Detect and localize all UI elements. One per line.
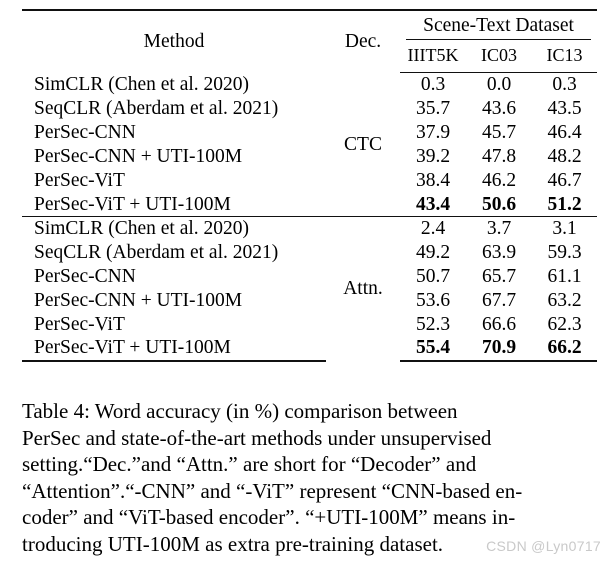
table-row: PerSec-ViT 38.4 46.2 46.7 [22,169,597,193]
cell-ic13: 46.4 [547,121,582,143]
cell-ic03: 65.7 [481,265,517,287]
cell-ic03: 50.6 [481,193,517,215]
caption-line: PerSec and state-of-the-art methods unde… [22,425,492,450]
caption-line: “Attention”.“-CNN” and “-ViT” represent … [22,478,523,503]
cell-iiit5k: 53.6 [415,289,451,311]
cell-ic13: 43.5 [547,97,582,119]
cell-iiit5k: 38.4 [415,169,451,191]
cell-iiit5k: 52.3 [415,313,451,335]
column-group-header-scene-text-dataset: Scene-Text Dataset [400,9,598,41]
caption-line: setting.“Dec.”and “Attn.” are short for … [22,452,477,476]
table-header: Method Dec. Scene-Text Dataset IIIT5K IC… [22,9,598,73]
cell-iiit5k: 37.9 [415,121,451,143]
cell-iiit5k: 2.4 [400,216,466,241]
cell-ic03: 3.7 [466,216,532,241]
cell-ic03: 45.7 [481,121,517,143]
cell-iiit5k: 50.7 [415,265,451,287]
table-row: PerSec-ViT + UTI-100M 55.4 70.9 66.2 [22,336,598,362]
caption-line: coder” and “ViT-based encoder”. “+UTI-10… [22,505,516,529]
cell-ic13: 46.7 [547,169,582,191]
cell-iiit5k: 49.2 [415,241,451,263]
cell-method: PerSec-CNN [34,121,136,143]
cell-iiit5k: 39.2 [415,145,451,167]
table-row: PerSec-CNN + UTI-100M 53.6 67.7 63.2 [22,289,597,313]
cell-method: PerSec-ViT [34,169,125,191]
cell-method: SeqCLR (Aberdam et al. 2021) [34,97,279,119]
table-group-ctc: SimCLR (Chen et al. 2020) CTC 0.3 0.0 0.… [22,73,597,217]
cell-method: PerSec-CNN [34,265,136,287]
cell-ic03: 47.8 [481,145,517,167]
table-row: SeqCLR (Aberdam et al. 2021) 35.7 43.6 4… [22,97,597,121]
cell-ic13: 63.2 [547,289,582,311]
table-row: SimCLR (Chen et al. 2020) Attn. 2.4 3.7 … [22,216,598,361]
cell-ic03: 43.6 [481,97,517,119]
table-row: PerSec-CNN 50.7 65.7 61.1 [22,265,597,289]
cell-ic03: 66.6 [481,313,517,335]
table-row: SimCLR (Chen et al. 2020) CTC 0.3 0.0 0.… [22,73,597,154]
cell-ic13: 62.3 [547,313,582,335]
column-header-dec: Dec. [326,9,400,73]
table-group-attn: SimCLR (Chen et al. 2020) Attn. 2.4 3.7 … [22,216,598,362]
cell-decoder: CTC [344,133,382,155]
watermark-label: CSDN @Lyn0717 [486,538,601,554]
table-row: PerSec-CNN + UTI-100M 39.2 47.8 48.2 [22,145,597,169]
cell-ic13: 61.1 [547,265,582,287]
table-row: PerSec-CNN 37.9 45.7 46.4 [22,121,597,145]
table-4-container: Method Dec. Scene-Text Dataset IIIT5K IC… [22,9,598,362]
column-group-header-label: Scene-Text Dataset [423,15,574,37]
table-row: PerSec-ViT + UTI-100M 43.4 50.6 51.2 [22,193,597,217]
cell-method: PerSec-ViT + UTI-100M [22,336,326,362]
column-header-ic13: IC13 [532,41,598,73]
cell-ic13: 51.2 [547,193,582,215]
cell-iiit5k: 55.4 [400,336,466,362]
cell-method: PerSec-ViT + UTI-100M [34,193,231,215]
cell-iiit5k: 43.4 [415,193,451,215]
cell-method: SimCLR (Chen et al. 2020) [22,216,326,241]
cell-ic03: 46.2 [481,169,517,191]
cell-ic13: 66.2 [532,336,598,362]
cell-method: SimCLR (Chen et al. 2020) [34,73,250,95]
table-row: SeqCLR (Aberdam et al. 2021) 49.2 63.9 5… [22,241,597,265]
cell-method: SeqCLR (Aberdam et al. 2021) [34,241,279,263]
column-header-ic03: IC03 [466,41,532,73]
caption-line: Table 4: Word accuracy (in %) comparison… [22,399,458,423]
cell-ic03: 70.9 [466,336,532,362]
results-table: Method Dec. Scene-Text Dataset IIIT5K IC… [22,9,598,362]
cell-ic13: 0.3 [552,74,577,95]
cell-method: PerSec-CNN + UTI-100M [34,289,243,311]
column-header-method: Method [22,9,326,73]
cell-decoder: Attn. [326,216,400,361]
cell-method: PerSec-CNN + UTI-100M [34,145,243,167]
cell-ic13: 48.2 [547,145,582,167]
cell-iiit5k: 35.7 [415,97,451,119]
table-figure: Method Dec. Scene-Text Dataset IIIT5K IC… [0,0,607,570]
cell-iiit5k: 0.3 [420,74,446,95]
group-header-underline [406,39,592,40]
cell-ic03: 63.9 [481,241,517,263]
cell-ic03: 0.0 [486,74,512,95]
cell-method: PerSec-ViT [34,313,125,335]
cell-ic03: 67.7 [481,289,517,311]
table-caption: Table 4: Word accuracy (in %) comparison… [22,398,597,557]
cell-ic13: 3.1 [532,216,598,241]
table-row: PerSec-ViT 52.3 66.6 62.3 [22,313,597,337]
column-header-iiit5k: IIIT5K [400,41,466,73]
header-group-row: Method Dec. Scene-Text Dataset [22,9,598,73]
cell-ic13: 59.3 [547,241,582,263]
